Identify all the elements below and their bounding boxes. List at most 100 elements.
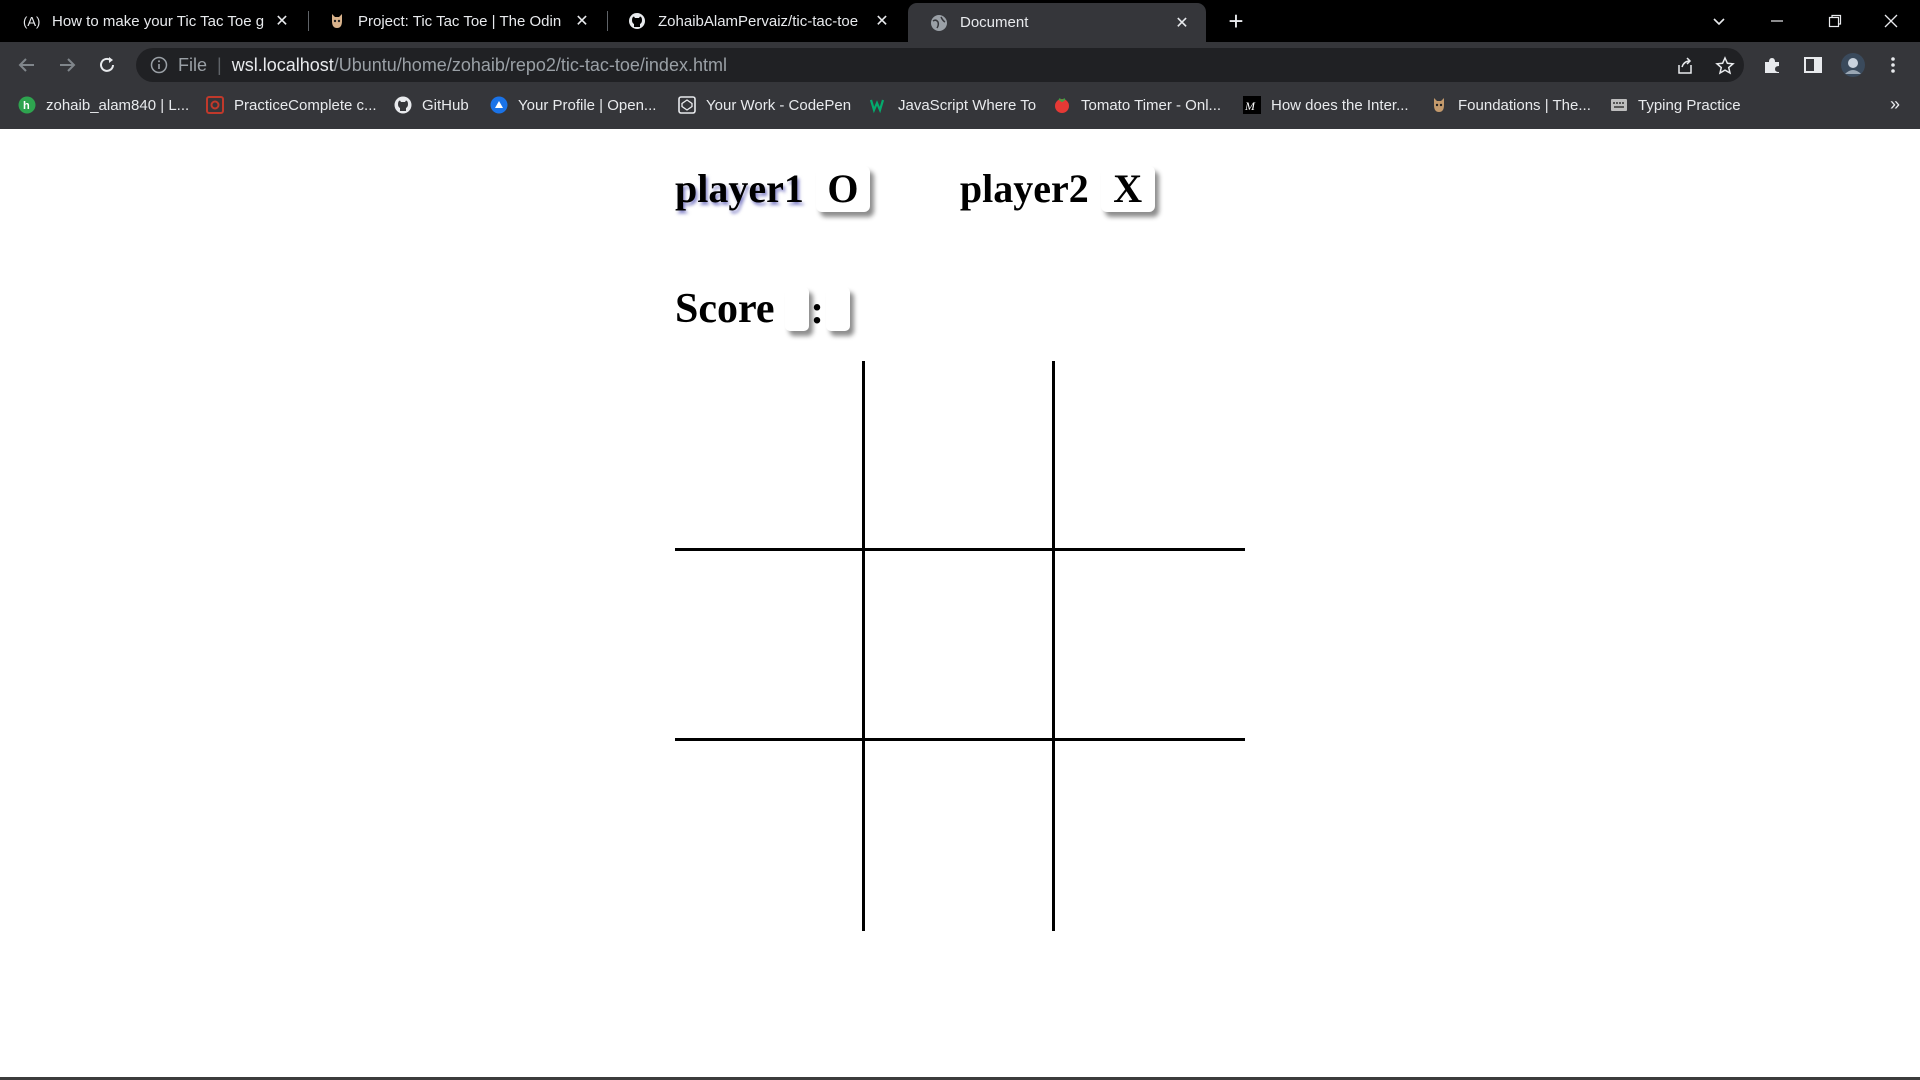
bookmark-label: Tomato Timer - Onl... [1081, 96, 1222, 114]
close-icon[interactable]: ✕ [872, 11, 892, 31]
avatar-icon [1841, 53, 1865, 77]
bookmark-label: JavaScript Where To [898, 96, 1037, 114]
restore-icon [1828, 14, 1842, 28]
board-cell[interactable] [675, 361, 865, 551]
tab-title: ZohaibAlamPervaiz/tic-tac-toe [658, 12, 859, 30]
browser-menu-button[interactable] [1878, 50, 1908, 80]
player2-score [825, 287, 850, 331]
new-tab-button[interactable]: + [1222, 6, 1250, 36]
tab-title: Document [960, 14, 1029, 31]
board-cell[interactable] [865, 361, 1055, 551]
github-icon [394, 96, 412, 114]
info-icon[interactable] [150, 56, 168, 74]
board-cell[interactable] [675, 741, 865, 931]
board-cell[interactable] [675, 551, 865, 741]
minimize-icon [1771, 20, 1783, 22]
bookmark-practice[interactable]: PracticeComplete c... [206, 88, 377, 122]
board-cell[interactable] [1055, 551, 1245, 741]
reload-icon [100, 57, 114, 72]
svg-text:M: M [1244, 99, 1256, 113]
address-bar[interactable]: File | wsl.localhost /Ubuntu/home/zohaib… [136, 48, 1744, 82]
bookmark-label: Foundations | The... [1458, 96, 1591, 114]
player1-panel: player1 O [675, 165, 870, 212]
board-cell[interactable] [865, 741, 1055, 931]
bookmark-label: PracticeComplete c... [234, 96, 377, 114]
tab-document[interactable]: Document ✕ [908, 3, 1206, 42]
close-icon [1884, 14, 1898, 28]
board-cell[interactable] [1055, 361, 1245, 551]
chevron-down-icon [1713, 18, 1725, 26]
extensions-button[interactable] [1757, 50, 1787, 80]
restore-button[interactable] [1806, 0, 1864, 42]
close-icon[interactable]: ✕ [272, 11, 292, 31]
puzzle-icon [1765, 58, 1779, 73]
score-separator: : [810, 286, 824, 332]
leetcode-icon: h [18, 96, 36, 114]
bookmark-profile[interactable]: Your Profile | Open... [490, 88, 656, 122]
bookmark-typing-practice[interactable]: Typing Practice [1610, 88, 1741, 122]
url-host: wsl.localhost [231, 54, 334, 75]
game-board [675, 361, 1245, 931]
bookmark-codepen[interactable]: Your Work - CodePen [678, 88, 851, 122]
player2-mark: X [1100, 165, 1155, 212]
practice-icon [206, 96, 224, 114]
medium-icon: M [1243, 96, 1261, 114]
bookmark-label: GitHub [422, 96, 469, 114]
side-panel-button[interactable] [1798, 50, 1828, 80]
player2-panel: player2 X [960, 165, 1155, 212]
player1-score [784, 287, 809, 331]
browser-toolbar: File | wsl.localhost /Ubuntu/home/zohaib… [0, 42, 1920, 88]
page-content: player1 O player2 X Score : [0, 129, 1920, 1080]
close-icon[interactable]: ✕ [1172, 13, 1192, 33]
angular-a-icon: (A) [22, 12, 40, 30]
bookmark-label: zohaib_alam840 | L... [46, 96, 190, 114]
tab-tictactoe-tutorial[interactable]: (A) How to make your Tic Tac Toe ga ✕ [0, 0, 306, 42]
w3schools-icon [870, 96, 888, 114]
bookmarks-bar: h zohaib_alam840 | L... PracticeComplete… [0, 88, 1920, 130]
bookmark-medium[interactable]: M How does the Inter... [1243, 88, 1409, 122]
minimize-button[interactable] [1748, 0, 1806, 42]
tab-title: Project: Tic Tac Toe | The Odin Pro [358, 12, 564, 30]
tab-odin-project[interactable]: Project: Tic Tac Toe | The Odin Pro ✕ [306, 0, 606, 42]
close-window-button[interactable] [1862, 0, 1920, 42]
player1-mark: O [815, 165, 870, 212]
profile-icon [490, 96, 508, 114]
player1-name: player1 [675, 166, 804, 211]
board-cell[interactable] [1055, 741, 1245, 931]
address-divider: | [217, 54, 222, 75]
score-row: Score : [675, 285, 850, 333]
bookmark-github[interactable]: GitHub [394, 88, 469, 122]
bookmark-odin-foundations[interactable]: Foundations | The... [1430, 88, 1591, 122]
github-icon [628, 12, 646, 30]
tomato-icon [1053, 96, 1071, 114]
bookmark-label: Your Work - CodePen [706, 96, 852, 114]
odin-icon [1430, 96, 1448, 114]
share-icon[interactable] [1674, 55, 1696, 77]
bookmark-tomato-timer[interactable]: Tomato Timer - Onl... [1053, 88, 1221, 122]
bookmark-leetcode[interactable]: h zohaib_alam840 | L... [18, 88, 189, 122]
svg-text:h: h [23, 100, 30, 112]
arrow-right-icon [60, 58, 76, 72]
tab-github-repo[interactable]: ZohaibAlamPervaiz/tic-tac-toe ✕ [606, 0, 906, 42]
more-vertical-icon [1891, 57, 1895, 73]
codepen-icon [678, 96, 696, 114]
star-icon[interactable] [1714, 55, 1736, 77]
player2-name: player2 [959, 166, 1089, 211]
bookmark-label: How does the Inter... [1271, 96, 1409, 114]
odin-icon [328, 12, 346, 30]
tab-search-button[interactable] [1690, 0, 1748, 42]
side-panel-icon [1804, 57, 1822, 73]
score-label: Score [675, 286, 775, 332]
forward-button[interactable] [52, 50, 82, 80]
more-bookmarks-chevron-icon[interactable]: » [1890, 94, 1900, 115]
back-button[interactable] [12, 50, 42, 80]
tab-title: How to make your Tic Tac Toe ga [52, 12, 264, 30]
board-cell[interactable] [865, 551, 1055, 741]
reload-button[interactable] [92, 50, 122, 80]
tab-strip: (A) How to make your Tic Tac Toe ga ✕ Pr… [0, 0, 1920, 42]
url-path: /Ubuntu/home/zohaib/repo2/tic-tac-toe/in… [333, 54, 727, 75]
bookmark-w3schools[interactable]: JavaScript Where To [870, 88, 1036, 122]
profile-avatar[interactable] [1838, 50, 1868, 80]
svg-text:(A): (A) [23, 14, 40, 29]
close-icon[interactable]: ✕ [572, 11, 592, 31]
